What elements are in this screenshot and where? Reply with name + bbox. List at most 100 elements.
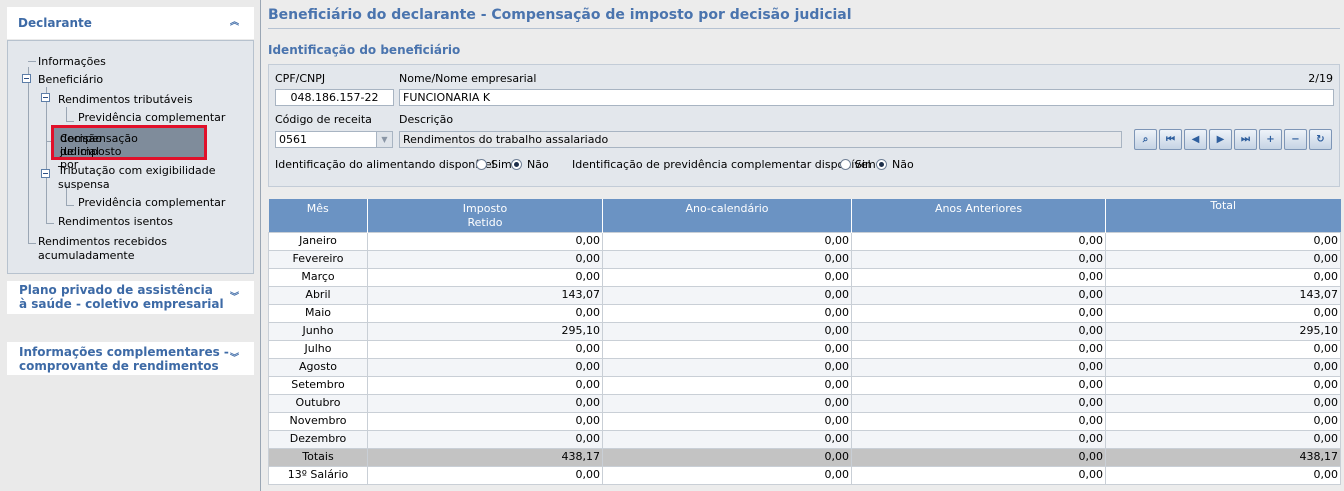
codigo-receita-select[interactable]: 0561 ▼ <box>275 131 393 148</box>
table-cell-imposto[interactable]: 0,00 <box>367 465 603 485</box>
tree-item-compensacao-selected[interactable]: Compensação de imposto por decisão judic… <box>51 125 207 171</box>
nome-field[interactable]: FUNCIONARIA K <box>399 89 1334 106</box>
table-cell-total[interactable]: 143,07 <box>1105 285 1341 305</box>
table-row[interactable]: Agosto 0,00 0,00 0,00 0,00 <box>268 357 1341 377</box>
table-cell-total[interactable]: 0,00 <box>1105 231 1341 251</box>
table-cell-imposto[interactable]: 295,10 <box>367 321 603 341</box>
table-cell-anteriores[interactable]: 0,00 <box>851 357 1106 377</box>
table-cell-total[interactable]: 438,17 <box>1105 447 1341 467</box>
table-cell-ano[interactable]: 0,00 <box>602 339 852 359</box>
table-cell-ano[interactable]: 0,00 <box>602 267 852 287</box>
table-cell-imposto[interactable]: 143,07 <box>367 285 603 305</box>
table-cell-ano[interactable]: 0,00 <box>602 285 852 305</box>
refresh-icon[interactable]: ↻ <box>1309 129 1332 150</box>
table-cell-ano[interactable]: 0,00 <box>602 249 852 269</box>
previous-record-icon[interactable]: ◀ <box>1184 129 1207 150</box>
add-icon[interactable]: + <box>1259 129 1282 150</box>
search-icon[interactable]: ⌕ <box>1134 129 1157 150</box>
table-cell-imposto[interactable]: 0,00 <box>367 375 603 395</box>
table-cell-anteriores[interactable]: 0,00 <box>851 411 1106 431</box>
table-row[interactable]: Setembro 0,00 0,00 0,00 0,00 <box>268 375 1341 395</box>
table-cell-anteriores[interactable]: 0,00 <box>851 321 1106 341</box>
table-row-13-salario[interactable]: 13º Salário 0,00 0,00 0,00 0,00 <box>268 465 1341 485</box>
table-row[interactable]: Janeiro 0,00 0,00 0,00 0,00 <box>268 231 1341 251</box>
table-cell-total[interactable]: 295,10 <box>1105 321 1341 341</box>
table-cell-total[interactable]: 0,00 <box>1105 375 1341 395</box>
table-cell-anteriores[interactable]: 0,00 <box>851 447 1106 467</box>
table-cell-anteriores[interactable]: 0,00 <box>851 285 1106 305</box>
table-cell-imposto[interactable]: 0,00 <box>367 357 603 377</box>
next-record-icon[interactable]: ▶ <box>1209 129 1232 150</box>
table-cell-total[interactable]: 0,00 <box>1105 411 1341 431</box>
table-row[interactable]: Junho 295,10 0,00 0,00 295,10 <box>268 321 1341 341</box>
tree-item-previdencia-complementar[interactable]: Previdência complementar <box>78 111 225 125</box>
table-cell-total[interactable]: 0,00 <box>1105 249 1341 269</box>
table-cell-anteriores[interactable]: 0,00 <box>851 375 1106 395</box>
table-row-totals[interactable]: Totais 438,17 0,00 0,00 438,17 <box>268 447 1341 467</box>
table-cell-imposto[interactable]: 0,00 <box>367 411 603 431</box>
table-cell-ano[interactable]: 0,00 <box>602 429 852 449</box>
tree-collapse-icon[interactable] <box>41 169 50 178</box>
table-cell-total[interactable]: 0,00 <box>1105 357 1341 377</box>
tree-item-rendimentos-recebidos[interactable]: Rendimentos recebidos acumuladamente <box>38 235 167 263</box>
table-row[interactable]: Fevereiro 0,00 0,00 0,00 0,00 <box>268 249 1341 269</box>
accordion-informacoes-complementares[interactable]: Informações complementares - comprovante… <box>7 342 254 375</box>
tree-item-informacoes[interactable]: Informações <box>38 55 106 69</box>
table-row[interactable]: Abril 143,07 0,00 0,00 143,07 <box>268 285 1341 305</box>
table-cell-imposto[interactable]: 438,17 <box>367 447 603 467</box>
tree-item-previdencia-complementar-2[interactable]: Previdência complementar <box>78 196 225 210</box>
table-cell-imposto[interactable]: 0,00 <box>367 249 603 269</box>
alimentando-sim-radio[interactable] <box>476 159 487 170</box>
table-cell-ano[interactable]: 0,00 <box>602 375 852 395</box>
table-cell-imposto[interactable]: 0,00 <box>367 393 603 413</box>
table-cell-ano[interactable]: 0,00 <box>602 357 852 377</box>
table-cell-anteriores[interactable]: 0,00 <box>851 303 1106 323</box>
collapse-chevron-icon[interactable]: ︽ <box>228 18 240 27</box>
table-cell-ano[interactable]: 0,00 <box>602 411 852 431</box>
table-cell-total[interactable]: 0,00 <box>1105 393 1341 413</box>
table-row[interactable]: Dezembro 0,00 0,00 0,00 0,00 <box>268 429 1341 449</box>
first-record-icon[interactable]: ⏮ <box>1159 129 1182 150</box>
remove-icon[interactable]: − <box>1284 129 1307 150</box>
previdencia-nao-radio[interactable] <box>876 159 887 170</box>
table-cell-imposto[interactable]: 0,00 <box>367 339 603 359</box>
accordion-declarante[interactable]: Declarante ︽ <box>7 7 254 39</box>
table-row[interactable]: Maio 0,00 0,00 0,00 0,00 <box>268 303 1341 323</box>
tree-item-rendimentos-isentos[interactable]: Rendimentos isentos <box>58 215 173 229</box>
tree-collapse-icon[interactable] <box>41 93 50 102</box>
expand-chevron-icon[interactable]: ︾ <box>228 293 240 302</box>
table-cell-anteriores[interactable]: 0,00 <box>851 339 1106 359</box>
table-cell-anteriores[interactable]: 0,00 <box>851 429 1106 449</box>
table-cell-anteriores[interactable]: 0,00 <box>851 249 1106 269</box>
tree-item-rendimentos-tributaveis[interactable]: Rendimentos tributáveis <box>58 93 193 107</box>
table-cell-imposto[interactable]: 0,00 <box>367 429 603 449</box>
previdencia-sim-radio[interactable] <box>840 159 851 170</box>
table-row[interactable]: Julho 0,00 0,00 0,00 0,00 <box>268 339 1341 359</box>
accordion-plano-privado[interactable]: Plano privado de assistência à saúde - c… <box>7 281 254 314</box>
table-row[interactable]: Novembro 0,00 0,00 0,00 0,00 <box>268 411 1341 431</box>
table-row[interactable]: Outubro 0,00 0,00 0,00 0,00 <box>268 393 1341 413</box>
expand-chevron-icon[interactable]: ︾ <box>228 354 240 363</box>
table-cell-anteriores[interactable]: 0,00 <box>851 465 1106 485</box>
tree-item-beneficiario[interactable]: Beneficiário <box>38 73 103 87</box>
table-cell-ano[interactable]: 0,00 <box>602 303 852 323</box>
table-cell-ano[interactable]: 0,00 <box>602 321 852 341</box>
table-cell-ano[interactable]: 0,00 <box>602 447 852 467</box>
table-cell-imposto[interactable]: 0,00 <box>367 231 603 251</box>
tree-collapse-icon[interactable] <box>22 74 31 83</box>
table-cell-ano[interactable]: 0,00 <box>602 465 852 485</box>
table-cell-total[interactable]: 0,00 <box>1105 465 1341 485</box>
chevron-down-icon[interactable]: ▼ <box>376 132 392 147</box>
table-cell-ano[interactable]: 0,00 <box>602 231 852 251</box>
table-cell-anteriores[interactable]: 0,00 <box>851 393 1106 413</box>
table-row[interactable]: Março 0,00 0,00 0,00 0,00 <box>268 267 1341 287</box>
table-cell-imposto[interactable]: 0,00 <box>367 303 603 323</box>
table-cell-total[interactable]: 0,00 <box>1105 339 1341 359</box>
table-cell-total[interactable]: 0,00 <box>1105 267 1341 287</box>
last-record-icon[interactable]: ⏭ <box>1234 129 1257 150</box>
cpf-field[interactable]: 048.186.157-22 <box>275 89 394 106</box>
table-cell-total[interactable]: 0,00 <box>1105 303 1341 323</box>
table-cell-imposto[interactable]: 0,00 <box>367 267 603 287</box>
table-cell-anteriores[interactable]: 0,00 <box>851 267 1106 287</box>
table-cell-anteriores[interactable]: 0,00 <box>851 231 1106 251</box>
